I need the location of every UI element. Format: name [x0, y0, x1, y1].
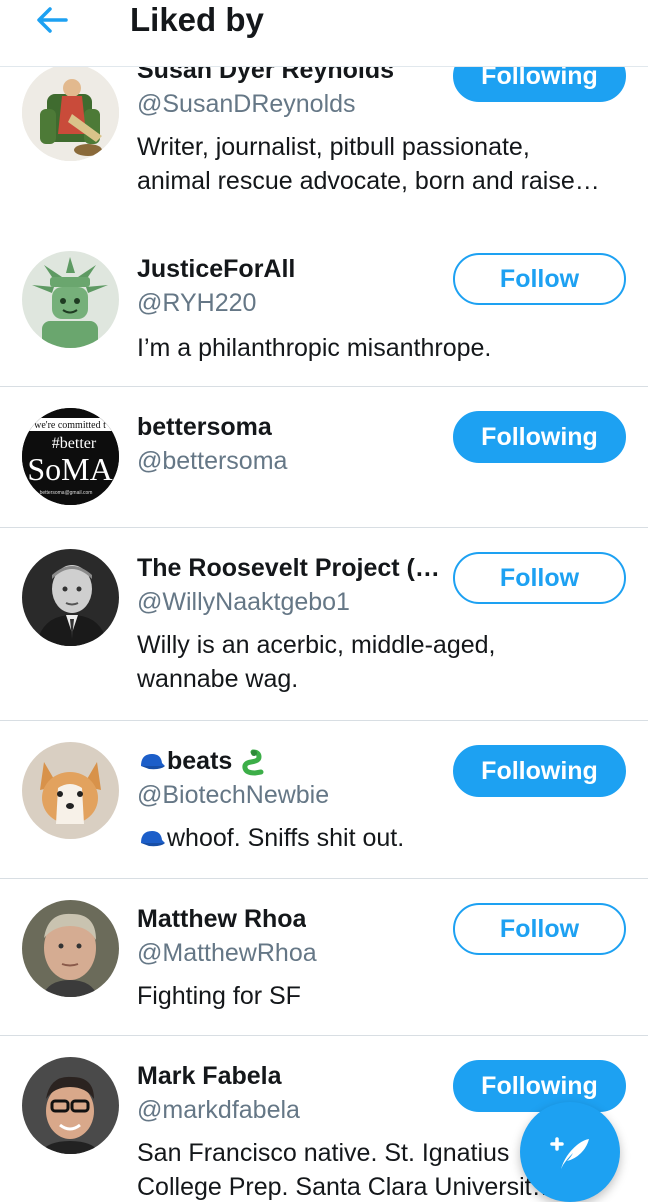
- user-row[interactable]: JusticeForAll @RYH220 I’m a philanthropi…: [0, 231, 648, 387]
- follow-button[interactable]: Follow: [453, 253, 626, 305]
- follow-button[interactable]: Follow: [453, 903, 626, 955]
- user-name[interactable]: The Roosevelt Project (b…: [137, 552, 453, 584]
- user-name[interactable]: bettersoma: [137, 411, 272, 443]
- user-bio: Writer, journalist, pitbull passionate, …: [137, 130, 627, 198]
- user-bio: whoof. Sniffs shit out.: [137, 821, 627, 855]
- avatar[interactable]: we're committed t #better SoMA bettersom…: [22, 408, 119, 505]
- user-row[interactable]: we're committed t #better SoMA bettersom…: [0, 387, 648, 528]
- blue-cap-icon: [141, 831, 165, 847]
- user-name[interactable]: Matthew Rhoa: [137, 903, 306, 935]
- bio-line: wannabe wag.: [137, 665, 299, 693]
- user-row[interactable]: Matthew Rhoa @MatthewRhoa Fighting for S…: [0, 879, 648, 1036]
- arrow-left-icon: [37, 7, 68, 33]
- bio-line: I’m a philanthropic misanthrope.: [137, 334, 492, 362]
- bio-line: animal rescue advocate, born and raise…: [137, 167, 600, 195]
- user-bio: Fighting for SF: [137, 979, 627, 1013]
- bio-line: whoof. Sniffs shit out.: [137, 821, 627, 855]
- bio-line: Willy is an acerbic, middle-aged,: [137, 631, 496, 659]
- user-row[interactable]: Susan Dyer Reynolds @SusanDReynolds Writ…: [0, 66, 648, 232]
- user-bio: Willy is an acerbic, middle-aged, wannab…: [137, 628, 627, 696]
- user-handle[interactable]: @MatthewRhoa: [137, 937, 317, 969]
- follow-button[interactable]: Follow: [453, 552, 626, 604]
- user-name-text: beats: [167, 747, 233, 775]
- user-name[interactable]: JusticeForAll: [137, 253, 295, 285]
- following-button[interactable]: Following: [453, 66, 626, 102]
- user-handle[interactable]: @bettersoma: [137, 445, 287, 477]
- following-button[interactable]: Following: [453, 411, 626, 463]
- user-name[interactable]: Mark Fabela: [137, 1060, 282, 1092]
- back-button[interactable]: [28, 2, 76, 38]
- avatar-text-top: we're committed t: [34, 420, 106, 431]
- compose-tweet-icon: [550, 1137, 589, 1169]
- top-app-bar: Liked by: [0, 0, 648, 67]
- avatar-text-mid: #better: [52, 435, 97, 452]
- user-row[interactable]: The Roosevelt Project (b… @WillyNaaktgeb…: [0, 528, 648, 721]
- user-bio: I’m a philanthropic misanthrope.: [137, 331, 627, 365]
- liked-by-list: Susan Dyer Reynolds @SusanDReynolds Writ…: [0, 66, 648, 1200]
- avatar-text-small: bettersoma@gmail.com: [40, 490, 93, 496]
- page-title: Liked by: [130, 1, 264, 38]
- following-button[interactable]: Following: [453, 745, 626, 797]
- user-handle[interactable]: @SusanDReynolds: [137, 88, 356, 120]
- avatar[interactable]: [22, 742, 119, 839]
- snake-icon: [242, 749, 264, 776]
- avatar[interactable]: [22, 900, 119, 997]
- user-name[interactable]: Susan Dyer Reynolds: [137, 66, 437, 86]
- user-row[interactable]: beats @BiotechNewbie whoof. Sniffs shit …: [0, 721, 648, 879]
- bio-line: Fighting for SF: [137, 982, 301, 1010]
- compose-tweet-button[interactable]: [520, 1102, 620, 1202]
- avatar-text-big: SoMA: [27, 451, 112, 487]
- avatar[interactable]: [22, 251, 119, 348]
- user-handle[interactable]: @RYH220: [137, 287, 256, 319]
- user-handle[interactable]: @markdfabela: [137, 1094, 300, 1126]
- blue-cap-icon: [141, 754, 165, 770]
- user-handle[interactable]: @BiotechNewbie: [137, 779, 329, 811]
- bio-text: whoof. Sniffs shit out.: [167, 824, 405, 852]
- user-name[interactable]: beats: [137, 745, 265, 777]
- bio-line: Writer, journalist, pitbull passionate,: [137, 133, 530, 161]
- following-button[interactable]: Following: [453, 1060, 626, 1112]
- user-handle[interactable]: @WillyNaaktgebo1: [137, 586, 350, 618]
- avatar[interactable]: [22, 66, 119, 161]
- avatar[interactable]: [22, 1057, 119, 1154]
- avatar[interactable]: [22, 549, 119, 646]
